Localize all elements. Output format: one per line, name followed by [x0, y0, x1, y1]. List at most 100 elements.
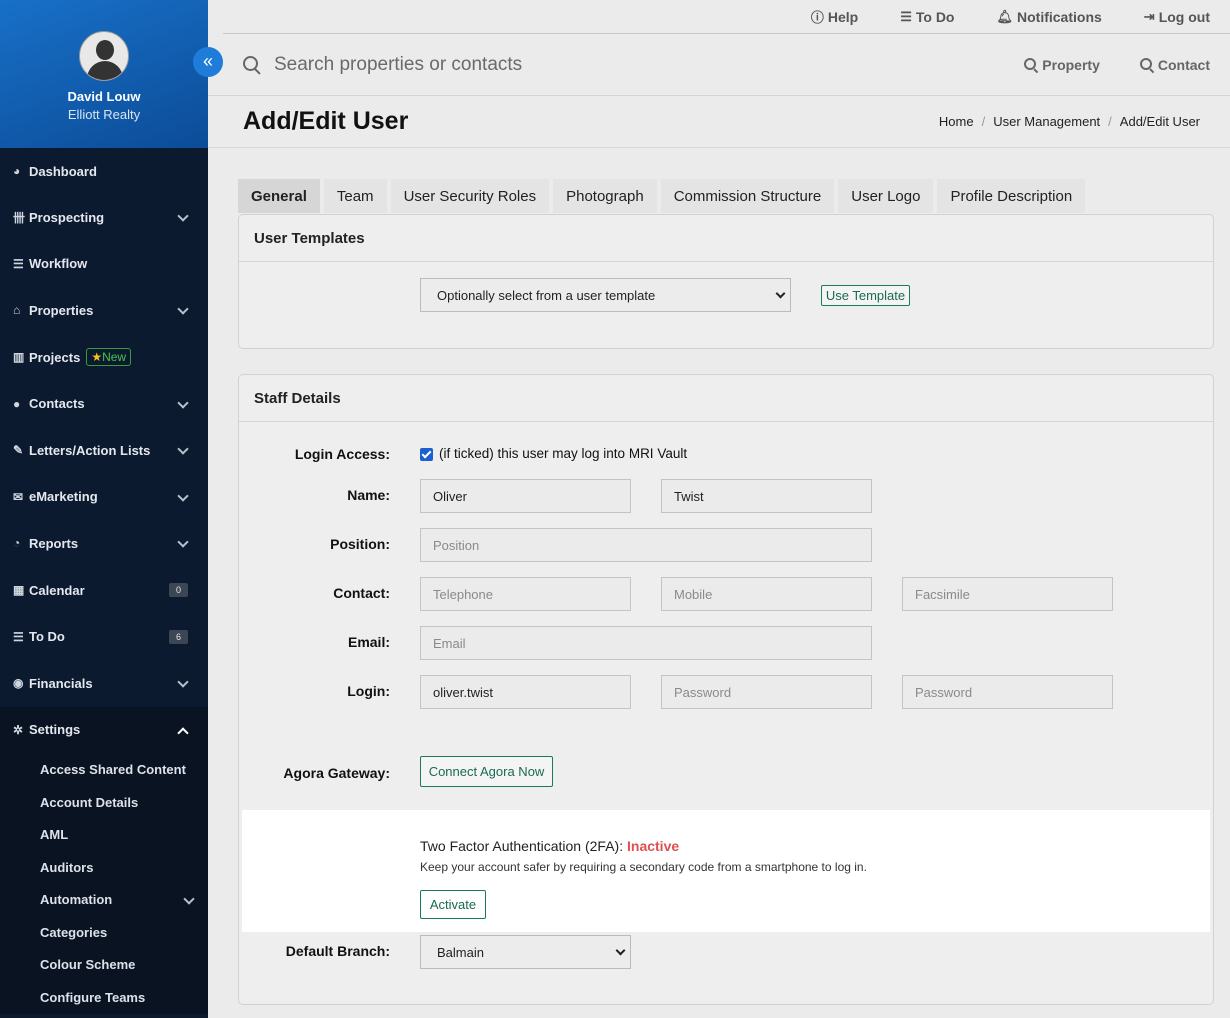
- search-input[interactable]: [274, 53, 1025, 76]
- last-name-field[interactable]: Twist: [661, 479, 872, 513]
- todo-link[interactable]: ☰ To Do: [900, 9, 954, 25]
- sidebar-item-financials[interactable]: ◉ Financials: [0, 660, 208, 707]
- sub-item-configure-teams[interactable]: Configure Teams: [0, 981, 208, 1014]
- chevron-down-icon: [178, 212, 188, 222]
- sub-item-label: Colour Scheme: [40, 957, 136, 973]
- breadcrumb-home[interactable]: Home: [939, 114, 974, 129]
- email-field[interactable]: Email: [420, 626, 872, 660]
- sidebar-item-properties[interactable]: ⌂ Properties: [0, 287, 208, 334]
- two-factor-panel: Two Factor Authentication (2FA): Inactiv…: [242, 810, 1210, 932]
- login-label: Login:: [347, 683, 390, 699]
- telephone-field[interactable]: Telephone: [420, 577, 631, 611]
- gear-icon: ✲: [13, 722, 24, 737]
- sub-item-colour-scheme[interactable]: Colour Scheme: [0, 949, 208, 982]
- mobile-field[interactable]: Mobile: [661, 577, 872, 611]
- search-icon: [1139, 57, 1154, 72]
- sub-item-access-shared-content[interactable]: Access Shared Content: [0, 753, 208, 786]
- sidebar-item-todo[interactable]: ☰ To Do 6: [0, 613, 208, 660]
- notifications-link[interactable]: 🔔︎ Notifications: [996, 9, 1101, 25]
- logout-link[interactable]: ⇥ Log out: [1144, 9, 1210, 25]
- search-contact-label: Contact: [1157, 56, 1210, 73]
- connect-agora-button[interactable]: Connect Agora Now: [420, 756, 553, 787]
- tab-photograph[interactable]: Photograph: [553, 179, 657, 213]
- chevron-down-icon: [615, 945, 626, 956]
- breadcrumb-user-management[interactable]: User Management: [993, 114, 1100, 129]
- search-bar: Property Contact: [208, 34, 1230, 96]
- money-icon: ◉: [13, 676, 24, 691]
- page-title: Add/Edit User: [243, 107, 409, 135]
- tab-commission-structure[interactable]: Commission Structure: [660, 179, 835, 213]
- sub-item-auditors[interactable]: Auditors: [0, 851, 208, 884]
- tfa-description: Keep your account safer by requiring a s…: [420, 860, 867, 874]
- sidebar-nav: ◕ Dashboard 卌 Prospecting ☰ Workflow ⌂ P…: [0, 148, 208, 754]
- sub-item-aml[interactable]: AML: [0, 818, 208, 851]
- sidebar-item-workflow[interactable]: ☰ Workflow: [0, 241, 208, 288]
- sidebar-item-label: Properties: [29, 302, 94, 318]
- help-link[interactable]: ⓘ Help: [811, 7, 858, 26]
- tab-user-security-roles[interactable]: User Security Roles: [390, 179, 550, 213]
- calendar-icon: ▦: [13, 583, 25, 598]
- sidebar-item-label: Reports: [29, 535, 79, 551]
- checklist-icon: ☰: [900, 8, 912, 24]
- sidebar-item-dashboard[interactable]: ◕ Dashboard: [0, 148, 208, 194]
- tab-user-logo[interactable]: User Logo: [838, 179, 934, 213]
- tab-general[interactable]: General: [238, 179, 320, 213]
- agora-gateway-label: Agora Gateway:: [283, 765, 390, 781]
- top-bar: ⓘ Help ☰ To Do 🔔︎ Notifications ⇥ Log out: [223, 0, 1230, 34]
- sidebar-item-contacts[interactable]: ● Contacts: [0, 380, 208, 427]
- user-template-select[interactable]: Optionally select from a user template: [420, 278, 791, 312]
- position-field[interactable]: Position: [420, 528, 872, 562]
- default-branch-select[interactable]: Balmain: [420, 935, 631, 969]
- user-tabs: General Team User Security Roles Photogr…: [238, 179, 1086, 213]
- login-access-checkbox[interactable]: [420, 448, 433, 461]
- use-template-button[interactable]: Use Template: [821, 285, 910, 306]
- facsimile-field[interactable]: Facsimile: [902, 577, 1113, 611]
- envelope-icon: ✉: [13, 489, 24, 504]
- chevron-down-icon: [178, 492, 188, 502]
- edit-icon: ✎: [13, 443, 24, 458]
- search-property-link[interactable]: Property: [1024, 57, 1100, 73]
- info-icon: ⓘ: [810, 10, 824, 25]
- chevron-down-icon: [775, 288, 786, 299]
- sub-item-categories[interactable]: Categories: [0, 916, 208, 949]
- default-branch-value: Balmain: [437, 944, 484, 960]
- sidebar-item-prospecting[interactable]: 卌 Prospecting: [0, 194, 208, 241]
- logout-label: Log out: [1158, 8, 1210, 25]
- contact-label: Contact:: [333, 585, 390, 601]
- position-label: Position:: [330, 536, 390, 552]
- collapse-sidebar-icon[interactable]: «: [193, 47, 223, 77]
- sidebar-item-label: Settings: [29, 722, 81, 738]
- sidebar-item-label: Projects: [29, 349, 81, 365]
- person-icon: ●: [13, 396, 21, 411]
- password-field[interactable]: Password: [661, 675, 872, 709]
- tab-profile-description[interactable]: Profile Description: [937, 179, 1086, 213]
- search-icon: [242, 55, 262, 75]
- sidebar-item-letters[interactable]: ✎ Letters/Action Lists: [0, 427, 208, 474]
- sub-item-automation[interactable]: Automation: [0, 884, 208, 917]
- name-label: Name:: [347, 487, 390, 503]
- first-name-field[interactable]: Oliver: [420, 479, 631, 513]
- sidebar-item-projects[interactable]: ▥ Projects ★New: [0, 334, 208, 381]
- bell-icon: 🔔︎: [996, 8, 1013, 24]
- sidebar-item-calendar[interactable]: ▦ Calendar 0: [0, 567, 208, 614]
- main-content: ⓘHelp ☰To Do 🔔︎Notifications ⇥Log out Pr…: [208, 0, 1230, 1018]
- chevron-down-icon: [178, 678, 188, 688]
- sub-item-account-details[interactable]: Account Details: [0, 786, 208, 819]
- email-label: Email:: [347, 634, 390, 650]
- sidebar-item-settings[interactable]: ✲ Settings: [0, 706, 208, 754]
- sidebar-item-reports[interactable]: ◔ Reports: [0, 520, 208, 567]
- confirm-password-field[interactable]: Password: [902, 675, 1113, 709]
- todo-label: To Do: [915, 8, 955, 25]
- chevron-down-icon: [178, 538, 188, 548]
- search-contact-link[interactable]: Contact: [1139, 56, 1210, 73]
- home-icon: ⌂: [13, 303, 21, 318]
- sidebar-item-emarketing[interactable]: ✉ eMarketing: [0, 474, 208, 521]
- user-name: David Louw: [67, 89, 141, 104]
- sidebar-item-label: Workflow: [29, 256, 88, 272]
- chevron-up-icon: [178, 725, 188, 735]
- tab-team[interactable]: Team: [323, 179, 387, 213]
- avatar[interactable]: [79, 31, 129, 81]
- search-property-label: Property: [1042, 56, 1100, 73]
- activate-2fa-button[interactable]: Activate: [420, 890, 486, 919]
- login-field[interactable]: oliver.twist: [420, 675, 631, 709]
